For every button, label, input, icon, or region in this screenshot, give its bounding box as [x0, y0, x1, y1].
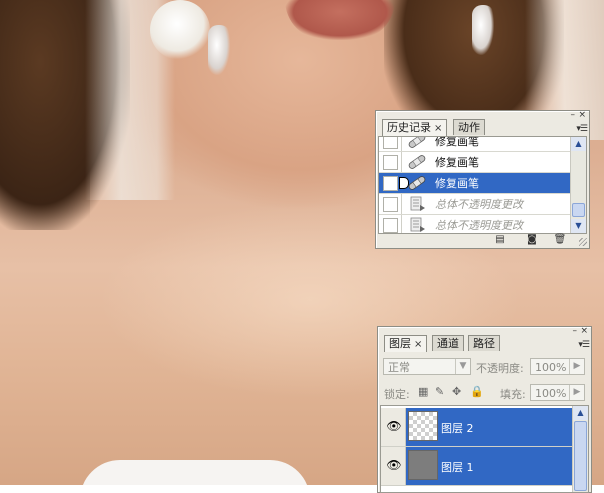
layer-thumbnail [408, 411, 438, 441]
layers-list: 👁 图层 2 👁 图层 1 ▲ [380, 405, 589, 493]
history-item-label: 修复画笔 [435, 177, 479, 190]
eye-icon[interactable]: 👁 [385, 418, 403, 434]
history-item[interactable]: 修复画笔 [379, 136, 570, 152]
healing-brush-icon [408, 137, 426, 148]
layer-row[interactable]: 👁 图层 2 [381, 408, 572, 447]
opacity-field[interactable]: 100% ▶ [530, 358, 585, 375]
snapshot-icon[interactable]: ◙ [525, 234, 539, 246]
scroll-down-icon[interactable]: ▼ [571, 219, 586, 233]
history-item[interactable]: 总体不透明度更改 [379, 215, 570, 233]
history-item[interactable]: 总体不透明度更改 [379, 194, 570, 215]
tab-channels-label: 通道 [437, 337, 459, 350]
history-scrollbar[interactable]: ▲ ▼ [570, 137, 586, 233]
tab-paths-label: 路径 [473, 337, 495, 350]
scroll-thumb[interactable] [572, 203, 585, 217]
healing-brush-icon [408, 155, 426, 169]
tab-actions[interactable]: 动作 [453, 119, 485, 135]
history-item-label: 总体不透明度更改 [435, 198, 523, 211]
history-item-label: 修复画笔 [435, 136, 479, 148]
chevron-down-icon[interactable]: ▼ [455, 359, 470, 374]
lock-label: 锁定: [384, 388, 410, 401]
earring-right [472, 5, 494, 55]
lock-image-icon[interactable]: ✎ [435, 385, 444, 398]
minimize-button[interactable]: – [573, 327, 578, 336]
close-button[interactable]: × [578, 111, 586, 120]
layers-scrollbar[interactable]: ▲ [572, 406, 588, 492]
lips [285, 0, 395, 40]
history-list: 修复画笔 修复画笔 修复画笔 总体不透明度更改 总体不透明度更改 ▲ ▼ [378, 136, 587, 234]
tab-history[interactable]: 历史记录 × [382, 119, 448, 136]
history-item-label: 总体不透明度更改 [435, 219, 523, 232]
lock-icons: ▦ ✎ ✥ 🔒 [418, 385, 488, 399]
close-button[interactable]: × [580, 327, 588, 336]
layers-palette: – × 图层 × 通道 路径 ▾☰ 正常 ▼ 不透明度: 100% ▶ 锁定: ▦… [377, 326, 592, 493]
eye-icon[interactable]: 👁 [385, 457, 403, 473]
layer-name[interactable]: 图层 1 [441, 459, 474, 475]
history-item-label: 修复画笔 [435, 156, 479, 169]
document-step-icon [410, 217, 425, 232]
tab-close-icon[interactable]: × [414, 339, 422, 350]
lock-position-icon[interactable]: ✥ [452, 385, 461, 398]
history-snapshot-checkbox[interactable] [383, 137, 398, 149]
blend-mode-value: 正常 [388, 361, 410, 374]
history-snapshot-checkbox[interactable] [383, 155, 398, 170]
document-step-icon [410, 196, 425, 211]
tab-channels[interactable]: 通道 [432, 335, 464, 351]
fill-field[interactable]: 100% ▶ [530, 384, 585, 401]
lock-all-icon[interactable]: 🔒 [470, 385, 484, 398]
palette-menu-icon[interactable]: ▾☰ [576, 124, 588, 134]
scroll-up-icon[interactable]: ▲ [571, 137, 586, 151]
tab-close-icon[interactable]: × [434, 123, 442, 134]
tab-history-label: 历史记录 [387, 121, 431, 134]
opacity-label: 不透明度: [476, 362, 524, 375]
history-palette: – × 历史记录 × 动作 ▾☰ 修复画笔 修复画笔 修复画笔 总体不透明度更改… [375, 110, 590, 249]
history-snapshot-checkbox[interactable] [383, 197, 398, 212]
fill-value: 100% [535, 387, 567, 400]
minimize-button[interactable]: – [571, 111, 576, 120]
lock-transparency-icon[interactable]: ▦ [418, 385, 428, 398]
palette-menu-icon[interactable]: ▾☰ [578, 340, 590, 350]
layer-thumbnail [408, 450, 438, 480]
healing-brush-icon [408, 176, 426, 190]
history-snapshot-checkbox[interactable] [383, 176, 398, 191]
history-snapshot-checkbox[interactable] [383, 218, 398, 233]
layers-titlebar[interactable]: – × [378, 327, 591, 336]
layer-name[interactable]: 图层 2 [441, 420, 474, 436]
chevron-right-icon[interactable]: ▶ [569, 385, 584, 400]
tab-layers[interactable]: 图层 × [384, 335, 428, 352]
trash-icon[interactable]: 🗑 [553, 234, 567, 246]
hair-flower [150, 0, 210, 60]
tab-paths[interactable]: 路径 [468, 335, 500, 351]
history-item-selected[interactable]: 修复画笔 [379, 173, 570, 194]
fill-label: 填充: [500, 388, 526, 401]
tab-layers-label: 图层 [389, 337, 411, 350]
layer-row[interactable]: 👁 图层 1 [381, 447, 572, 486]
chevron-right-icon[interactable]: ▶ [569, 359, 584, 374]
blend-mode-select[interactable]: 正常 ▼ [383, 358, 471, 375]
history-titlebar[interactable]: – × [376, 111, 589, 120]
earring-left [208, 25, 230, 75]
scroll-up-icon[interactable]: ▲ [573, 406, 588, 420]
resize-grip[interactable] [579, 238, 587, 246]
tab-actions-label: 动作 [458, 121, 480, 134]
scroll-thumb[interactable] [574, 421, 587, 491]
opacity-value: 100% [535, 361, 567, 374]
dress [80, 460, 310, 485]
new-document-from-state-icon[interactable]: ▤ [493, 234, 507, 246]
history-item[interactable]: 修复画笔 [379, 152, 570, 173]
